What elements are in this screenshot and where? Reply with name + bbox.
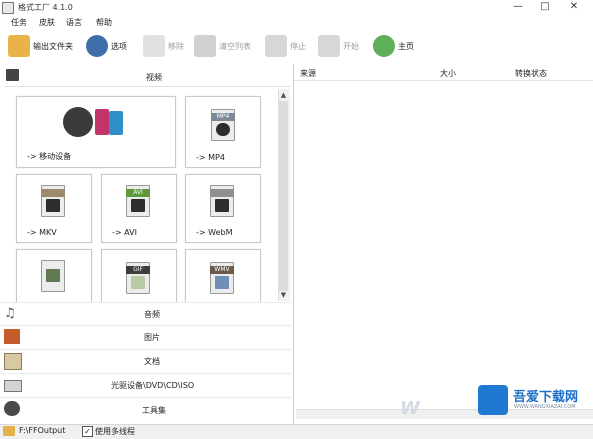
options-icon xyxy=(86,35,108,57)
scroll-up-arrow-icon[interactable]: ▲ xyxy=(279,90,288,100)
tile-mobile-device[interactable]: -> 移动设备 xyxy=(16,96,176,168)
close-button[interactable]: ✕ xyxy=(566,1,582,13)
tile-avi[interactable]: AVI -> AVI xyxy=(101,174,177,243)
menu-task[interactable]: 任务 xyxy=(11,17,27,28)
watermark-mark: W xyxy=(400,398,420,419)
category-toolbox-label: 工具集 xyxy=(142,406,166,415)
remove-icon xyxy=(143,35,165,57)
avi-tag: AVI xyxy=(126,189,150,197)
maximize-button[interactable]: □ xyxy=(537,1,553,13)
music-note-icon: ♫ xyxy=(4,306,16,321)
film-reel-icon xyxy=(63,107,93,137)
tile-gif[interactable]: GIF xyxy=(101,249,177,302)
clear-list-label: 清空列表 xyxy=(219,41,251,51)
stop-icon xyxy=(265,35,287,57)
wmv-file-icon: WMV xyxy=(210,262,234,294)
menu-bar: 任务 皮肤 语言 帮助 xyxy=(0,15,593,29)
film-icon xyxy=(6,69,19,81)
options-label: 选项 xyxy=(111,41,127,51)
tile-wmv[interactable]: WMV xyxy=(185,249,261,302)
gif-file-icon: GIF xyxy=(126,262,150,294)
mobile-device-icon xyxy=(95,109,109,135)
start-icon xyxy=(318,35,340,57)
app-icon xyxy=(2,2,14,14)
folder-icon[interactable] xyxy=(3,426,15,436)
tile-webm[interactable]: -> WebM xyxy=(185,174,261,243)
toolbar: 输出文件夹 选项 移除 清空列表 停止 开始 主页 xyxy=(0,32,593,62)
menu-skin[interactable]: 皮肤 xyxy=(39,17,55,28)
start-label: 开始 xyxy=(343,41,359,51)
optical-drive-icon xyxy=(4,380,22,392)
mkv-file-icon xyxy=(41,185,65,217)
task-list-header: 来源 大小 转换状态 xyxy=(294,66,593,81)
category-toolbox[interactable]: 工具集 xyxy=(0,397,292,424)
stop-button[interactable]: 停止 xyxy=(265,32,306,60)
minimize-button[interactable]: — xyxy=(510,1,526,13)
category-picture-label: 图片 xyxy=(144,333,160,342)
menu-language[interactable]: 语言 xyxy=(66,17,82,28)
mkv-tag xyxy=(41,189,65,197)
home-button[interactable]: 主页 xyxy=(373,32,414,60)
picture-icon xyxy=(4,329,20,344)
webm-file-icon xyxy=(210,185,234,217)
scroll-down-arrow-icon[interactable]: ▼ xyxy=(279,290,288,300)
tile-mp4[interactable]: MP4 -> MP4 xyxy=(185,96,261,168)
video-section-label: 视频 xyxy=(146,73,162,82)
tile-video-5[interactable] xyxy=(16,249,92,302)
menu-help[interactable]: 帮助 xyxy=(96,17,112,28)
start-button[interactable]: 开始 xyxy=(318,32,359,60)
output-folder-label: 输出文件夹 xyxy=(33,41,73,51)
multithread-label: 使用多线程 xyxy=(95,427,135,436)
category-document[interactable]: 文档 xyxy=(0,349,292,372)
output-folder-button[interactable]: 输出文件夹 xyxy=(8,32,73,60)
tile-mkv[interactable]: -> MKV xyxy=(16,174,92,243)
tile-mobile-device-label: -> 移动设备 xyxy=(27,152,72,161)
stop-label: 停止 xyxy=(290,41,306,51)
video-file-icon xyxy=(41,260,65,292)
window-title: 格式工厂 4.1.0 xyxy=(18,3,73,12)
watermark-logo-icon xyxy=(478,385,508,415)
category-optical-drive-label: 光驱设备\DVD\CD\ISO xyxy=(111,381,195,390)
tile-webm-label: -> WebM xyxy=(196,228,233,237)
column-size[interactable]: 大小 xyxy=(440,68,456,79)
scrollbar-thumb[interactable] xyxy=(279,101,288,291)
avi-file-icon: AVI xyxy=(126,185,150,217)
category-picture[interactable]: 图片 xyxy=(0,325,292,348)
watermark-url: WWW.WANGXIAZAI.COM xyxy=(514,404,576,410)
tile-avi-label: -> AVI xyxy=(112,228,137,237)
toolbox-icon xyxy=(4,401,20,416)
title-bar xyxy=(0,0,593,15)
webm-tag xyxy=(210,189,234,197)
mobile-device-icon-2 xyxy=(109,111,123,135)
gif-tag: GIF xyxy=(126,266,150,274)
remove-label: 移除 xyxy=(168,41,184,51)
category-audio-label: 音频 xyxy=(144,310,160,319)
tile-mp4-label: -> MP4 xyxy=(196,153,225,162)
category-optical-drive[interactable]: 光驱设备\DVD\CD\ISO xyxy=(0,373,292,396)
category-audio[interactable]: ♫ 音频 xyxy=(0,302,292,325)
multithread-checkbox[interactable]: ✓ xyxy=(82,426,93,437)
clear-list-icon xyxy=(194,35,216,57)
category-document-label: 文档 xyxy=(144,357,160,366)
mp4-tag: MP4 xyxy=(211,113,235,121)
document-icon xyxy=(4,353,22,370)
task-list-scrollbar[interactable] xyxy=(296,409,593,419)
options-button[interactable]: 选项 xyxy=(86,32,127,60)
remove-button[interactable]: 移除 xyxy=(143,32,184,60)
column-status[interactable]: 转换状态 xyxy=(515,68,547,79)
column-source[interactable]: 来源 xyxy=(300,68,316,79)
home-label: 主页 xyxy=(398,41,414,51)
task-list-panel xyxy=(293,64,593,426)
clear-list-button[interactable]: 清空列表 xyxy=(194,32,251,60)
watermark-text: 吾爱下载网 xyxy=(513,390,579,405)
output-path[interactable]: F:\FFOutput xyxy=(19,426,65,435)
tile-mkv-label: -> MKV xyxy=(27,228,57,237)
mp4-file-icon: MP4 xyxy=(211,109,235,141)
wmv-tag: WMV xyxy=(210,266,234,274)
output-folder-icon xyxy=(8,35,30,57)
home-icon xyxy=(373,35,395,57)
